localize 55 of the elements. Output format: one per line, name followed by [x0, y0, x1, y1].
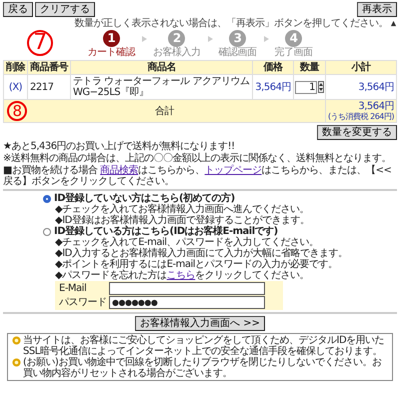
instruction-text: ◆ポイントを利用するにはE-mailとパスワードの入力が必要です。	[54, 259, 339, 270]
nav-button[interactable]: 戻る	[3, 2, 33, 17]
option-label: ID登録していない方はこちら(初めての方)	[54, 193, 235, 204]
instruction-text: ◆チェックを入れてE-mail、パスワードを入力してください。	[54, 237, 320, 248]
flower-icon	[12, 336, 21, 345]
step-label: お客様入力	[153, 47, 200, 58]
column-header: 削除	[4, 60, 28, 74]
step-number: 2	[168, 30, 186, 47]
field-label: パスワード	[59, 297, 108, 308]
input-field[interactable]	[109, 282, 265, 295]
total-label: 合計	[154, 106, 174, 116]
total-amount: 3,564円	[357, 101, 394, 112]
search-link[interactable]: 商品検索	[100, 165, 138, 176]
column-header: 数量	[293, 60, 326, 74]
note-text: ★あと5,436円のお買い上げで送料が無料になります!!	[3, 141, 236, 152]
column-header: 価格	[252, 60, 294, 74]
arrow-right-icon	[141, 36, 147, 42]
radio-button[interactable]	[43, 194, 51, 202]
option-label: ID登録している方はこちら(IDはお客様E-mailです)	[54, 226, 278, 237]
step-number: 4	[285, 30, 302, 47]
info-text: 当サイトは、お客様にご安心してショッピングをして頂くため、デジタルIDを用いたSSL暗号化通信によってインターネット上での安全な通信手段を確保しております。	[23, 335, 386, 357]
change-quantity-button[interactable]: 数量を変更する	[317, 125, 397, 140]
instruction-text: ◆チェックを入れてお客様情報入力画面へ進んでください。	[54, 204, 310, 215]
submit-button[interactable]: お客様情報入力画面へ >>	[135, 316, 265, 331]
instruction-text: ◆ID入力するとお客様情報入力画面にて入力が大幅に省略できます。	[54, 248, 348, 259]
step-label: 確認画面	[218, 47, 256, 58]
refresh-button[interactable]: 再表示	[357, 2, 397, 17]
input-field[interactable]: ●●●●●●●	[109, 296, 265, 309]
up-arrow-icon	[390, 20, 397, 27]
nav-button[interactable]: クリアする	[35, 2, 95, 17]
column-header: 小計	[325, 60, 396, 74]
here-link[interactable]: こちら	[166, 270, 196, 281]
field-label: E-Mail	[59, 283, 88, 294]
info-text: (お願い)お買い物途中で回線を切断したりブラウザを閉じたりしないでください。お買い物内容がリセットされる場合がございます。	[23, 357, 382, 379]
annotation-number: 8	[7, 101, 27, 121]
step-label: 完了画面	[274, 47, 312, 58]
notice-text: 数量が正しく表示されない場合は、「再表示」ボタンを押してください。	[74, 18, 388, 29]
arrow-right-icon	[262, 36, 268, 42]
step-number: 3	[229, 30, 246, 47]
tax-amount: (うち消費税 264円)	[328, 112, 394, 121]
column-header: 商品名	[70, 60, 253, 74]
step-number: 1	[102, 30, 120, 47]
note-text: ※送料無料の商品の場合は、上記の〇〇金額以上の表示に関係なく、送料無料となります。	[3, 153, 392, 164]
step-label: カート確認	[88, 47, 135, 58]
flower-icon	[12, 358, 21, 367]
quantity-field[interactable]: 1	[294, 80, 317, 94]
arrow-right-icon	[206, 36, 212, 42]
radio-button[interactable]	[43, 228, 51, 236]
column-header: 商品番号	[28, 60, 70, 74]
note-text: ■お買物を続ける場合 商品検索はこちらから、トップページはこちらから、または、【<<戻る】ボタンをクリックしてください。	[3, 165, 392, 187]
instruction-text: ◆パスワードを忘れた方はこちらをクリックしてください。	[54, 270, 310, 281]
top-page-link[interactable]: トップページ	[204, 165, 262, 176]
instruction-text: ◆ID登録はお客様情報入力画面で登録することができます。	[54, 215, 310, 226]
annotation-number: 7	[27, 30, 53, 56]
spinner-icon[interactable]	[318, 81, 324, 93]
